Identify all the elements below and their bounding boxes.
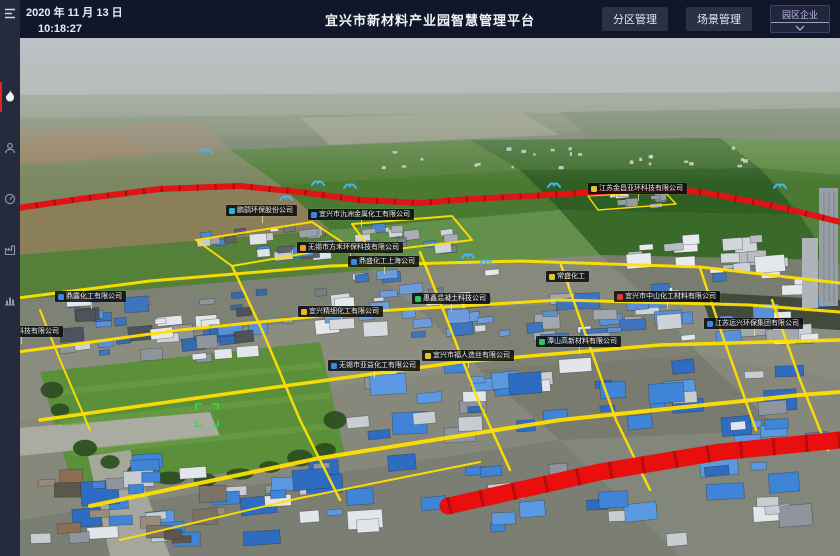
time-text: 10:18:27 [38,23,123,35]
sidebar-item-user[interactable] [0,140,20,156]
company-marker-icon [539,339,545,345]
company-marker-icon [707,321,713,327]
bar-chart-icon [4,294,16,306]
company-label-text: 惠鑫混凝土科技公司 [423,295,486,302]
chevron-down-icon [795,25,805,31]
company-label[interactable]: 宜兴市中山化工材料有限公司 [614,291,720,302]
top-bar: 2020 年 11 月 13 日 10:18:27 宜兴市新材料产业园智慧管理平… [20,0,840,38]
company-label[interactable]: 宜兴市氿洲金属化工有限公司 [308,209,414,220]
flame-icon [4,90,16,102]
sidebar [0,0,20,556]
company-label[interactable]: 无锡市亚益化工有限公司 [328,360,420,371]
dropdown-label: 园区企业 [782,6,818,22]
company-label-text: 宜兴市氿洲金属化工有限公司 [319,211,410,218]
company-marker-icon [617,294,623,300]
sidebar-item-fire[interactable] [0,88,20,104]
gauge-icon [4,193,16,205]
sidebar-item-stats[interactable] [0,292,20,308]
topbar-actions: 分区管理 场景管理 园区企业 [602,5,840,33]
company-label[interactable]: 江苏远兴环保集团有限公司 [704,318,803,329]
scene-management-button[interactable]: 场景管理 [686,7,752,31]
zone-management-button[interactable]: 分区管理 [602,7,668,31]
company-marker-icon [311,212,317,218]
company-label[interactable]: 惠鑫混凝土科技公司 [412,293,490,304]
company-marker-icon [331,363,337,369]
company-marker-icon [351,259,357,265]
app-window: { "topbar": { "date": "2020 年 11 月 13 日"… [0,0,840,556]
company-label[interactable]: 鼎露化工有限公司 [55,291,126,302]
company-marker-icon [301,309,307,315]
company-marker-icon [591,186,597,192]
company-label[interactable]: 宜兴精细化工有限公司 [298,306,383,317]
company-label-text: 鹏鹞环保股份公司 [237,207,293,214]
company-marker-icon [58,294,64,300]
company-label[interactable]: 常盛化工 [546,271,589,282]
park-enterprise-dropdown[interactable]: 园区企业 [770,5,830,33]
company-label-text: 江苏金昌亚环科技有限公司 [599,185,683,192]
hamburger-icon [4,8,16,19]
company-label-text: 江苏远兴环保集团有限公司 [715,320,799,327]
dropdown-divider [771,22,829,23]
company-label-text: 鼎盛化工上海公司 [359,258,415,265]
company-label-text: 鼎露化工有限公司 [66,293,122,300]
company-label-text: 无锡市亚益化工有限公司 [339,362,416,369]
company-label-text: 宜兴市中山化工材料有限公司 [625,293,716,300]
company-label[interactable]: 鹏鹞环保股份公司 [226,205,297,216]
factory-icon [4,244,16,256]
datetime-block: 2020 年 11 月 13 日 10:18:27 [20,4,123,35]
date-text: 2020 年 11 月 13 日 [26,4,123,20]
company-label[interactable]: 宜兴市福人造丝有限公司 [422,350,514,361]
company-marker-icon [229,208,235,214]
company-marker-icon [549,274,555,280]
company-label-text: 潭山高新材料有限公司 [547,338,617,345]
company-label-text: 常盛化工 [557,273,585,280]
map-3d-scene[interactable] [0,0,840,556]
company-label-text: 宜兴精细化工有限公司 [309,308,379,315]
company-label[interactable]: 江苏金昌亚环科技有限公司 [588,183,687,194]
company-marker-icon [415,296,421,302]
company-label-text: 无锡市方禾环保科技有限公司 [308,244,399,251]
company-label-text: 宜兴市福人造丝有限公司 [433,352,510,359]
sidebar-item-menu[interactable] [0,5,20,21]
company-label[interactable]: 鼎盛化工上海公司 [348,256,419,267]
company-marker-icon [300,245,306,251]
company-label[interactable]: 无锡市方禾环保科技有限公司 [297,242,403,253]
company-label[interactable]: 潭山高新材料有限公司 [536,336,621,347]
company-marker-icon [425,353,431,359]
sidebar-item-monitor[interactable] [0,191,20,207]
user-icon [4,142,16,154]
sidebar-item-factory[interactable] [0,242,20,258]
